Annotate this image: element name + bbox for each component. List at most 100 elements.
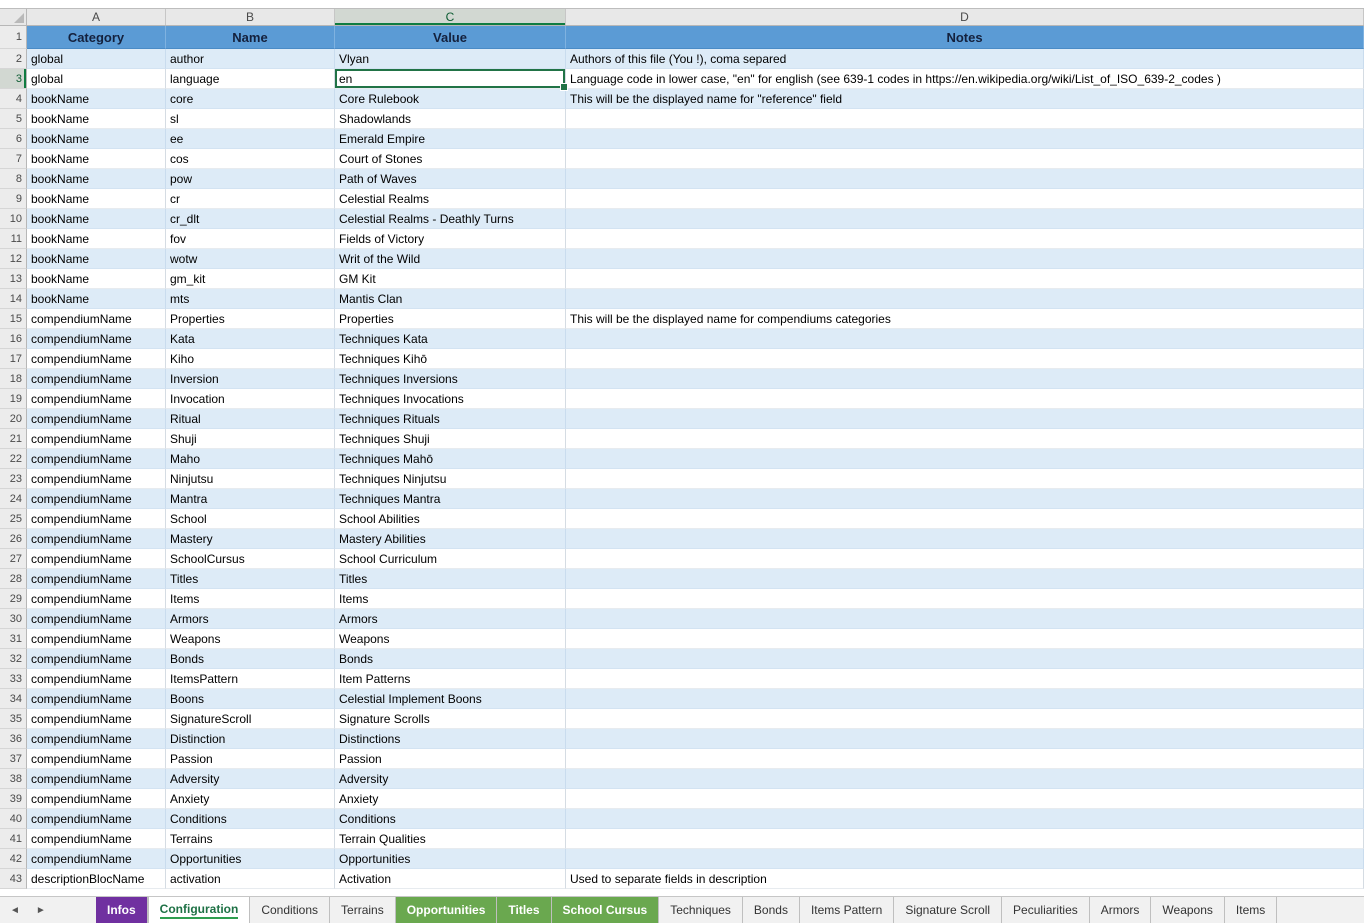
row-number-5[interactable]: 5 bbox=[0, 109, 27, 129]
sheet-tab-conditions[interactable]: Conditions bbox=[250, 897, 330, 923]
cell-B40[interactable]: Conditions bbox=[166, 809, 335, 829]
cell-C41[interactable]: Terrain Qualities bbox=[335, 829, 566, 849]
row-number-15[interactable]: 15 bbox=[0, 309, 27, 329]
cell-A35[interactable]: compendiumName bbox=[27, 709, 166, 729]
cell-C30[interactable]: Armors bbox=[335, 609, 566, 629]
cell-C24[interactable]: Techniques Mantra bbox=[335, 489, 566, 509]
cell-A38[interactable]: compendiumName bbox=[27, 769, 166, 789]
cell-C34[interactable]: Celestial Implement Boons bbox=[335, 689, 566, 709]
cell-A41[interactable]: compendiumName bbox=[27, 829, 166, 849]
column-header-d[interactable]: D bbox=[566, 9, 1364, 25]
cell-B9[interactable]: cr bbox=[166, 189, 335, 209]
row-number-40[interactable]: 40 bbox=[0, 809, 27, 829]
cell-B11[interactable]: fov bbox=[166, 229, 335, 249]
sheet-tab-weapons[interactable]: Weapons bbox=[1151, 897, 1224, 923]
cell-A5[interactable]: bookName bbox=[27, 109, 166, 129]
row-number-10[interactable]: 10 bbox=[0, 209, 27, 229]
cell-D39[interactable] bbox=[566, 789, 1364, 809]
sheet-tab-armors[interactable]: Armors bbox=[1090, 897, 1152, 923]
row-number-2[interactable]: 2 bbox=[0, 49, 27, 69]
cell-A21[interactable]: compendiumName bbox=[27, 429, 166, 449]
cell-A24[interactable]: compendiumName bbox=[27, 489, 166, 509]
cell-C19[interactable]: Techniques Invocations bbox=[335, 389, 566, 409]
cell-A36[interactable]: compendiumName bbox=[27, 729, 166, 749]
cell-D34[interactable] bbox=[566, 689, 1364, 709]
cell-B19[interactable]: Invocation bbox=[166, 389, 335, 409]
cell-B6[interactable]: ee bbox=[166, 129, 335, 149]
cell-A16[interactable]: compendiumName bbox=[27, 329, 166, 349]
row-number-26[interactable]: 26 bbox=[0, 529, 27, 549]
cell-D38[interactable] bbox=[566, 769, 1364, 789]
cell-B36[interactable]: Distinction bbox=[166, 729, 335, 749]
cell-A2[interactable]: global bbox=[27, 49, 166, 69]
column-header-b[interactable]: B bbox=[166, 9, 335, 25]
cell-D28[interactable] bbox=[566, 569, 1364, 589]
cell-B7[interactable]: cos bbox=[166, 149, 335, 169]
row-number-28[interactable]: 28 bbox=[0, 569, 27, 589]
cell-B37[interactable]: Passion bbox=[166, 749, 335, 769]
row-number-9[interactable]: 9 bbox=[0, 189, 27, 209]
cell-A31[interactable]: compendiumName bbox=[27, 629, 166, 649]
cell-A32[interactable]: compendiumName bbox=[27, 649, 166, 669]
cell-A8[interactable]: bookName bbox=[27, 169, 166, 189]
sheet-nav-right-icon[interactable]: ► bbox=[36, 905, 46, 916]
header-cell-category[interactable]: Category bbox=[27, 26, 166, 49]
cell-A26[interactable]: compendiumName bbox=[27, 529, 166, 549]
cell-C36[interactable]: Distinctions bbox=[335, 729, 566, 749]
cell-B21[interactable]: Shuji bbox=[166, 429, 335, 449]
cell-B30[interactable]: Armors bbox=[166, 609, 335, 629]
cell-B10[interactable]: cr_dlt bbox=[166, 209, 335, 229]
cell-D24[interactable] bbox=[566, 489, 1364, 509]
cell-C39[interactable]: Anxiety bbox=[335, 789, 566, 809]
cell-B43[interactable]: activation bbox=[166, 869, 335, 889]
cell-B42[interactable]: Opportunities bbox=[166, 849, 335, 869]
select-all-corner[interactable] bbox=[0, 9, 27, 25]
cell-C25[interactable]: School Abilities bbox=[335, 509, 566, 529]
cell-C5[interactable]: Shadowlands bbox=[335, 109, 566, 129]
sheet-tab-infos[interactable]: Infos bbox=[96, 897, 148, 923]
cell-A22[interactable]: compendiumName bbox=[27, 449, 166, 469]
sheet-tab-techniques[interactable]: Techniques bbox=[659, 897, 743, 923]
cell-C37[interactable]: Passion bbox=[335, 749, 566, 769]
cell-B29[interactable]: Items bbox=[166, 589, 335, 609]
cell-B8[interactable]: pow bbox=[166, 169, 335, 189]
cell-D29[interactable] bbox=[566, 589, 1364, 609]
row-number-8[interactable]: 8 bbox=[0, 169, 27, 189]
cell-B17[interactable]: Kiho bbox=[166, 349, 335, 369]
row-number-42[interactable]: 42 bbox=[0, 849, 27, 869]
cell-A3[interactable]: global bbox=[27, 69, 166, 89]
cell-B12[interactable]: wotw bbox=[166, 249, 335, 269]
cell-D32[interactable] bbox=[566, 649, 1364, 669]
cell-C10[interactable]: Celestial Realms - Deathly Turns bbox=[335, 209, 566, 229]
cell-C43[interactable]: Activation bbox=[335, 869, 566, 889]
cell-A18[interactable]: compendiumName bbox=[27, 369, 166, 389]
row-number-39[interactable]: 39 bbox=[0, 789, 27, 809]
cell-A43[interactable]: descriptionBlocName bbox=[27, 869, 166, 889]
row-number-7[interactable]: 7 bbox=[0, 149, 27, 169]
cell-C20[interactable]: Techniques Rituals bbox=[335, 409, 566, 429]
cell-B16[interactable]: Kata bbox=[166, 329, 335, 349]
cell-D7[interactable] bbox=[566, 149, 1364, 169]
cell-C15[interactable]: Properties bbox=[335, 309, 566, 329]
cell-C32[interactable]: Bonds bbox=[335, 649, 566, 669]
cell-B5[interactable]: sl bbox=[166, 109, 335, 129]
sheet-tab-opportunities[interactable]: Opportunities bbox=[396, 897, 498, 923]
row-number-37[interactable]: 37 bbox=[0, 749, 27, 769]
header-cell-notes[interactable]: Notes bbox=[566, 26, 1364, 49]
cell-B13[interactable]: gm_kit bbox=[166, 269, 335, 289]
cell-A33[interactable]: compendiumName bbox=[27, 669, 166, 689]
cell-D43[interactable]: Used to separate fields in description bbox=[566, 869, 1364, 889]
cell-A9[interactable]: bookName bbox=[27, 189, 166, 209]
column-header-c[interactable]: C bbox=[335, 9, 566, 25]
cell-D4[interactable]: This will be the displayed name for "ref… bbox=[566, 89, 1364, 109]
cell-B4[interactable]: core bbox=[166, 89, 335, 109]
cell-D13[interactable] bbox=[566, 269, 1364, 289]
cell-C16[interactable]: Techniques Kata bbox=[335, 329, 566, 349]
cell-B34[interactable]: Boons bbox=[166, 689, 335, 709]
cell-C7[interactable]: Court of Stones bbox=[335, 149, 566, 169]
cell-A17[interactable]: compendiumName bbox=[27, 349, 166, 369]
cell-C29[interactable]: Items bbox=[335, 589, 566, 609]
sheet-tab-items[interactable]: Items bbox=[1225, 897, 1277, 923]
cell-B18[interactable]: Inversion bbox=[166, 369, 335, 389]
cell-A30[interactable]: compendiumName bbox=[27, 609, 166, 629]
